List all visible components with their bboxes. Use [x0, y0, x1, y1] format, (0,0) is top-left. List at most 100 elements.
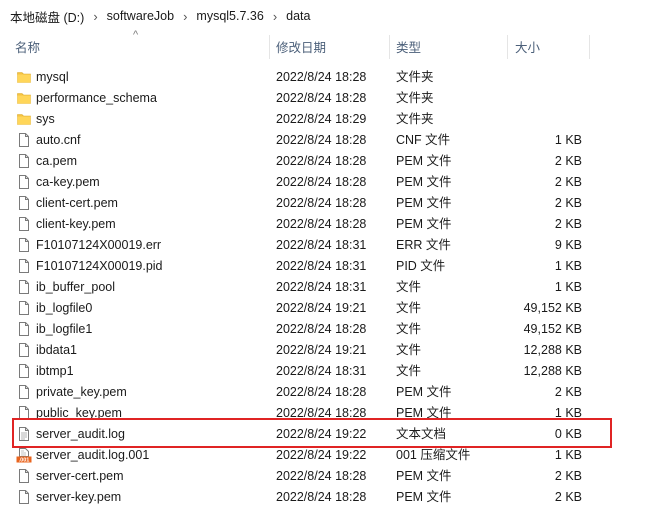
file-type: 文本文档	[396, 427, 447, 441]
file-type: PEM 文件	[396, 196, 452, 210]
breadcrumb-item-data[interactable]: data	[280, 9, 316, 23]
file-row[interactable]: ibtmp1 2022/8/24 18:31 文件 12,288 KB	[0, 361, 654, 382]
file-type: 文件夹	[396, 70, 434, 84]
file-modified-date: 2022/8/24 18:31	[276, 280, 367, 294]
file-row[interactable]: F10107124X00019.pid 2022/8/24 18:31 PID 文件…	[0, 256, 654, 277]
file-name: ib_buffer_pool	[36, 280, 116, 294]
file-type: 文件夹	[396, 91, 434, 105]
file-row[interactable]: sys 2022/8/24 18:29 文件夹	[0, 109, 654, 130]
breadcrumb-item-softwarejob[interactable]: softwareJob	[101, 9, 180, 23]
file-size: 49,152 KB	[523, 301, 582, 315]
file-size: 1 KB	[554, 259, 582, 273]
file-modified-date: 2022/8/24 19:22	[276, 427, 367, 441]
file-size: 2 KB	[554, 217, 582, 231]
column-header-date[interactable]: 修改日期	[270, 33, 390, 61]
file-icon	[16, 130, 32, 151]
file-row[interactable]: auto.cnf 2022/8/24 18:28 CNF 文件 1 KB	[0, 130, 654, 151]
file-icon	[16, 319, 32, 340]
file-type: CNF 文件	[396, 133, 451, 147]
file-icon	[16, 172, 32, 193]
file-row[interactable]: public_key.pem 2022/8/24 18:28 PEM 文件 1 KB	[0, 403, 654, 424]
file-size: 49,152 KB	[523, 322, 582, 336]
file-size: 0 KB	[554, 427, 582, 441]
file-row[interactable]: F10107124X00019.err 2022/8/24 18:31 ERR 文件…	[0, 235, 654, 256]
file-name: mysql	[36, 70, 69, 84]
file-row[interactable]: server-key.pem 2022/8/24 18:28 PEM 文件 2 KB	[0, 487, 654, 508]
file-row[interactable]: private_key.pem 2022/8/24 18:28 PEM 文件 2 KB	[0, 382, 654, 403]
file-row[interactable]: ca.pem 2022/8/24 18:28 PEM 文件 2 KB	[0, 151, 654, 172]
breadcrumb-item-mysql[interactable]: mysql5.7.36	[190, 9, 269, 23]
file-modified-date: 2022/8/24 19:21	[276, 301, 367, 315]
file-icon	[16, 193, 32, 214]
file-row[interactable]: server-cert.pem 2022/8/24 18:28 PEM 文件 2 KB	[0, 466, 654, 487]
column-header-size[interactable]: 大小	[508, 33, 590, 61]
file-icon	[16, 277, 32, 298]
file-name: ibtmp1	[36, 364, 74, 378]
chevron-right-icon[interactable]: ›	[180, 9, 190, 24]
file-icon	[16, 340, 32, 361]
file-type: 文件	[396, 343, 422, 357]
file-row[interactable]: .001 server_audit.log.001 2022/8/24 19:22 0…	[0, 445, 654, 466]
file-row[interactable]: client-cert.pem 2022/8/24 18:28 PEM 文件 2 KB	[0, 193, 654, 214]
file-name: ib_logfile1	[36, 322, 93, 336]
file-type: ERR 文件	[396, 238, 451, 252]
chevron-right-icon[interactable]: ›	[90, 9, 100, 24]
file-icon	[16, 382, 32, 403]
breadcrumb-item-drive[interactable]: 本地磁盘 (D:)	[4, 7, 90, 26]
file-name: client-cert.pem	[36, 196, 118, 210]
file-icon	[16, 466, 32, 487]
file-name: ca-key.pem	[36, 175, 100, 189]
file-row[interactable]: ib_logfile1 2022/8/24 18:28 文件 49,152 KB	[0, 319, 654, 340]
file-modified-date: 2022/8/24 18:28	[276, 175, 367, 189]
file-modified-date: 2022/8/24 18:28	[276, 91, 367, 105]
file-icon	[16, 151, 32, 172]
file-modified-date: 2022/8/24 18:28	[276, 196, 367, 210]
file-type: PEM 文件	[396, 175, 452, 189]
file-row[interactable]: client-key.pem 2022/8/24 18:28 PEM 文件 2 KB	[0, 214, 654, 235]
file-type: 001 压缩文件	[396, 448, 471, 462]
file-row[interactable]: performance_schema 2022/8/24 18:28 文件夹	[0, 88, 654, 109]
file-name: private_key.pem	[36, 385, 127, 399]
file-row[interactable]: ca-key.pem 2022/8/24 18:28 PEM 文件 2 KB	[0, 172, 654, 193]
file-icon	[16, 214, 32, 235]
file-name: server_audit.log.001	[36, 448, 150, 462]
file-name: public_key.pem	[36, 406, 122, 420]
file-name: ibdata1	[36, 343, 78, 357]
file-type: PID 文件	[396, 259, 446, 273]
column-header-name[interactable]: 名称	[0, 33, 270, 61]
file-row[interactable]: ib_logfile0 2022/8/24 19:21 文件 49,152 KB	[0, 298, 654, 319]
file-modified-date: 2022/8/24 18:28	[276, 133, 367, 147]
file-modified-date: 2022/8/24 18:28	[276, 217, 367, 231]
file-size: 12,288 KB	[523, 343, 582, 357]
file-modified-date: 2022/8/24 18:28	[276, 322, 367, 336]
file-row[interactable]: ibdata1 2022/8/24 19:21 文件 12,288 KB	[0, 340, 654, 361]
svg-text:.001: .001	[19, 458, 30, 463]
file-type: 文件夹	[396, 112, 434, 126]
file-row[interactable]: ib_buffer_pool 2022/8/24 18:31 文件 1 KB	[0, 277, 654, 298]
column-header-type[interactable]: 类型	[390, 33, 508, 61]
file-modified-date: 2022/8/24 18:28	[276, 406, 367, 420]
file-size: 2 KB	[554, 469, 582, 483]
file-icon	[16, 361, 32, 382]
file-size: 2 KB	[554, 154, 582, 168]
file-size: 1 KB	[554, 133, 582, 147]
file-modified-date: 2022/8/24 18:28	[276, 70, 367, 84]
file-size: 2 KB	[554, 175, 582, 189]
file-icon	[16, 487, 32, 508]
file-row[interactable]: mysql 2022/8/24 18:28 文件夹	[0, 67, 654, 88]
file-type: 文件	[396, 322, 422, 336]
file-icon	[16, 298, 32, 319]
file-type: 文件	[396, 364, 422, 378]
folder-icon	[16, 88, 32, 109]
file-icon	[16, 256, 32, 277]
file-size: 1 KB	[554, 406, 582, 420]
file-size: 2 KB	[554, 490, 582, 504]
file-name: auto.cnf	[36, 133, 81, 147]
column-divider[interactable]	[589, 35, 590, 59]
file-size: 1 KB	[554, 280, 582, 294]
chevron-right-icon[interactable]: ›	[270, 9, 280, 24]
text-document-icon	[16, 424, 32, 445]
file-name: server_audit.log	[36, 427, 125, 441]
file-row[interactable]: server_audit.log 2022/8/24 19:22 文本文档 0 KB	[0, 424, 654, 445]
file-type: PEM 文件	[396, 217, 452, 231]
